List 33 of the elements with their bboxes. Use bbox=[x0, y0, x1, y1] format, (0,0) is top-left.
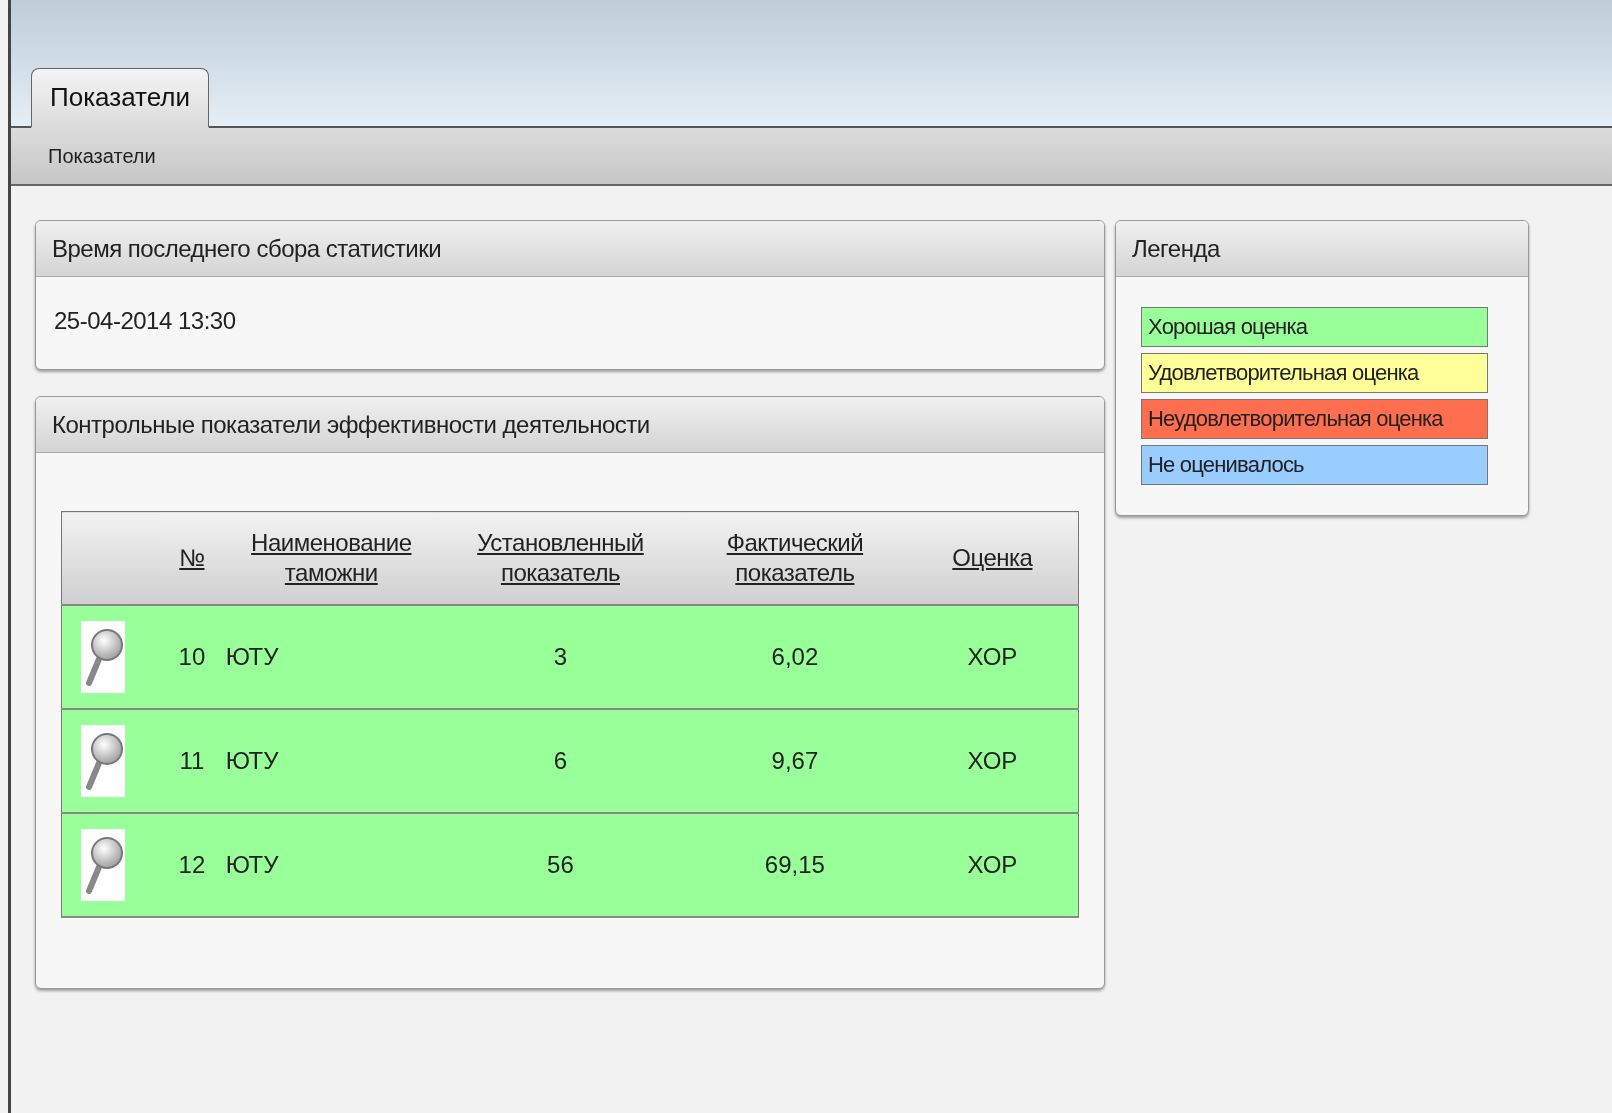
table-cell: 6 bbox=[437, 709, 683, 813]
legend-item: Не оценивалось bbox=[1141, 445, 1488, 485]
column-header[interactable]: Установленный показатель bbox=[437, 511, 683, 605]
view-button[interactable] bbox=[81, 829, 125, 901]
table-cell: 10 bbox=[159, 605, 225, 709]
table-cell: ХОР bbox=[906, 813, 1079, 917]
panel-title: Контрольные показатели эффективности деятельности bbox=[36, 397, 1104, 453]
table-cell: 11 bbox=[159, 709, 225, 813]
table-cell: ЮТУ bbox=[224, 813, 438, 917]
column-header[interactable]: Наименование таможни bbox=[224, 511, 438, 605]
table-cell: ХОР bbox=[906, 605, 1079, 709]
legend-item: Неудовлетворительная оценка bbox=[1141, 399, 1488, 439]
legend-item: Хорошая оценка bbox=[1141, 307, 1488, 347]
panel-title: Легенда bbox=[1116, 221, 1528, 277]
view-button[interactable] bbox=[81, 621, 125, 693]
table-cell: ЮТУ bbox=[224, 709, 438, 813]
tab[interactable]: Показатели bbox=[31, 68, 209, 128]
view-button[interactable] bbox=[81, 725, 125, 797]
panel-title: Время последнего сбора статистики bbox=[36, 221, 1104, 277]
table-cell: 6,02 bbox=[682, 605, 907, 709]
timestamp-text: 25-04-2014 13:30 bbox=[53, 306, 237, 336]
table-cell: ХОР bbox=[906, 709, 1079, 813]
legend-item: Удовлетворительная оценка bbox=[1141, 353, 1488, 393]
table-cell: 12 bbox=[159, 813, 225, 917]
table-cell: 56 bbox=[437, 813, 683, 917]
column-header[interactable]: № bbox=[159, 511, 225, 605]
column-header[interactable]: Фактический показатель bbox=[682, 511, 907, 605]
table-cell: 9,67 bbox=[682, 709, 907, 813]
sub-navigation-link[interactable]: Показатели bbox=[48, 144, 156, 168]
column-header[interactable]: Оценка bbox=[906, 511, 1079, 605]
table-cell: 69,15 bbox=[682, 813, 907, 917]
table-cell: ЮТУ bbox=[224, 605, 438, 709]
table-cell: 3 bbox=[437, 605, 683, 709]
